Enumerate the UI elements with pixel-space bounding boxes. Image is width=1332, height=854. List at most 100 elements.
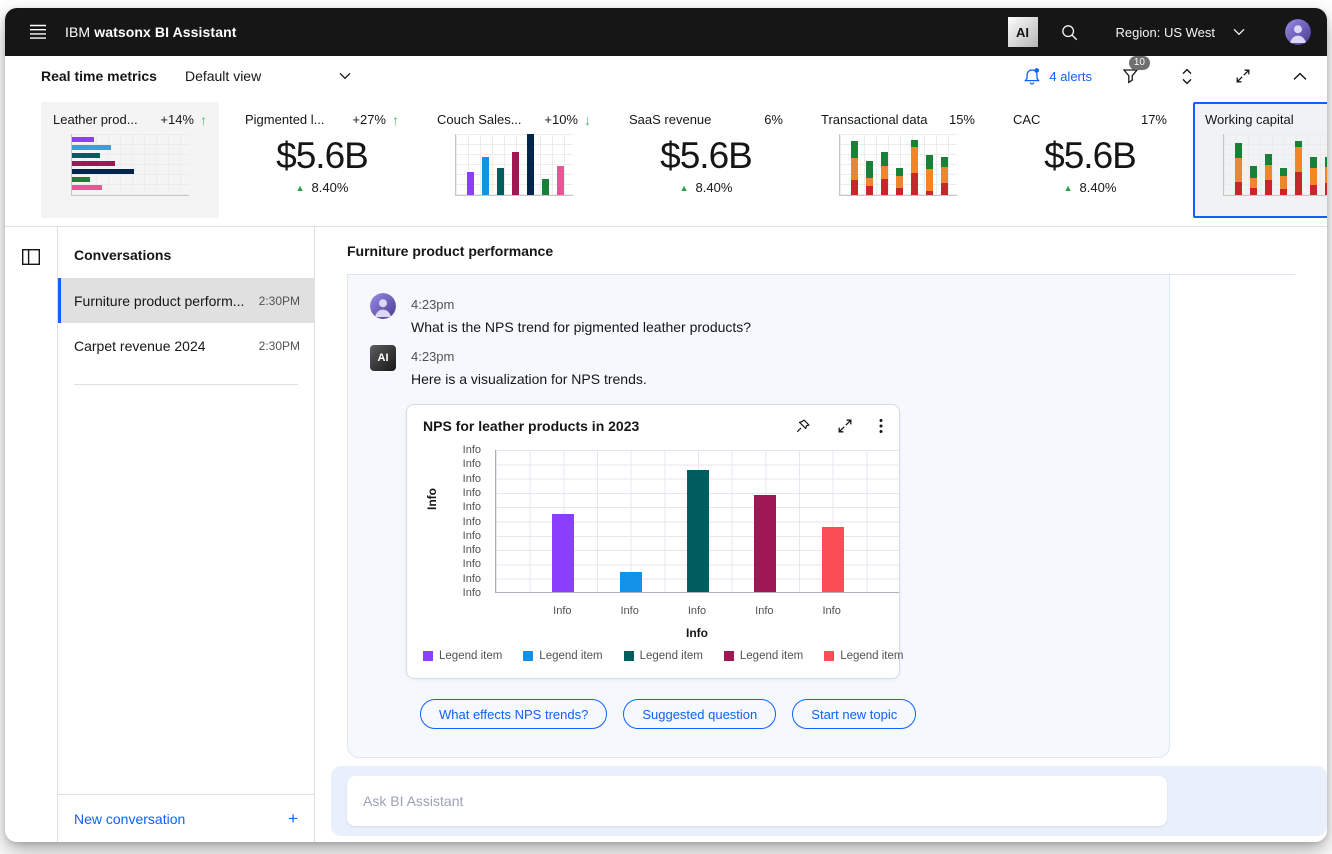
- trend-down-icon: ↓: [584, 111, 591, 128]
- mini-bar: [72, 153, 101, 158]
- chat-input-bar: [331, 766, 1327, 836]
- metric-card[interactable]: Working capital: [1193, 102, 1327, 218]
- mini-chart: [71, 134, 189, 196]
- mini-bar: [512, 152, 519, 195]
- ai-message: AI 4:23pm Here is a visualization for NPS …: [370, 345, 1169, 387]
- metric-value: 17%: [1140, 112, 1167, 127]
- kpi-block: $5.6B ▲ 8.40%: [245, 135, 399, 195]
- expand-chart-button[interactable]: [837, 418, 853, 434]
- ai-badge-button[interactable]: AI: [1007, 17, 1038, 47]
- conversation-title: Furniture product performance: [347, 227, 1295, 275]
- filter-count-badge: 10: [1128, 56, 1150, 70]
- mini-stacked-bar: [1250, 134, 1257, 195]
- legend-label: Legend item: [739, 650, 804, 662]
- metric-card[interactable]: Pigmented l... +27% ↑ $5.6B ▲ 8.40%: [233, 102, 411, 218]
- metric-name: Transactional data: [821, 112, 928, 127]
- mini-bar-segment: [866, 177, 873, 187]
- y-axis-tick-label: Info: [462, 444, 481, 456]
- mini-stacked-bar: [1310, 134, 1317, 195]
- y-axis-title: Info: [425, 488, 439, 510]
- chat-input[interactable]: [347, 776, 1167, 826]
- message-body: 4:23pm Here is a visualization for NPS tr…: [411, 345, 647, 387]
- conversation-item[interactable]: Furniture product perform... 2:30PM: [58, 278, 314, 323]
- x-axis-tick-label: Info: [553, 605, 572, 617]
- metric-card[interactable]: CAC 17% $5.6B ▲ 8.40%: [1001, 102, 1179, 218]
- maximize-icon: [1236, 69, 1250, 83]
- suggestion-pill[interactable]: What effects NPS trends?: [420, 699, 608, 729]
- metric-value: +27%: [352, 112, 386, 127]
- mini-bar-segment: [1235, 181, 1242, 195]
- kpi-value: $5.6B: [660, 135, 753, 176]
- metric-card[interactable]: Transactional data 15%: [809, 102, 987, 218]
- mini-bar-segment: [881, 178, 888, 195]
- mini-bar-segment: [1235, 158, 1242, 182]
- mini-bar-segment: [1280, 168, 1287, 176]
- mini-bar-segment: [851, 140, 858, 158]
- trend-up-triangle-icon: ▲: [1063, 182, 1073, 193]
- metric-card-title-row: Leather prod... +14% ↑: [53, 112, 207, 127]
- search-button[interactable]: [1050, 12, 1090, 52]
- metric-card-title-row: Transactional data 15%: [821, 112, 975, 127]
- metric-card[interactable]: Couch Sales... +10% ↓: [425, 102, 603, 218]
- mini-vbar-series: [467, 134, 573, 195]
- conversation-item[interactable]: Carpet revenue 2024 2:30PM: [58, 323, 314, 368]
- region-label: Region: US West: [1115, 24, 1215, 40]
- mini-bar-segment: [1265, 165, 1272, 180]
- alerts-button[interactable]: 4 alerts: [1023, 67, 1092, 86]
- metrics-toolbar: Real time metrics Default view 4 alerts …: [5, 56, 1327, 96]
- filter-button[interactable]: 10: [1122, 56, 1150, 84]
- sort-button[interactable]: [1181, 68, 1193, 85]
- mini-bar-segment: [1280, 175, 1287, 189]
- mini-bar-segment: [941, 166, 948, 183]
- suggestion-pills: What effects NPS trends? Suggested questi…: [420, 699, 1169, 729]
- metric-value: +10%: [544, 112, 578, 127]
- chart-legend: Legend item Legend item Legend item Legend …: [423, 650, 903, 662]
- chart-bar: [552, 513, 575, 592]
- mini-bar-segment: [941, 156, 948, 167]
- legend-item: Legend item: [423, 650, 502, 662]
- metric-card[interactable]: SaaS revenue 6% $5.6B ▲ 8.40%: [617, 102, 795, 218]
- y-axis-tick-label: Info: [462, 486, 481, 499]
- mini-bar-segment: [1265, 154, 1272, 166]
- view-selector[interactable]: Default view: [185, 68, 351, 84]
- message-text: What is the NPS trend for pigmented leat…: [411, 319, 752, 335]
- pin-button[interactable]: [795, 418, 811, 434]
- suggestion-pill[interactable]: Start new topic: [792, 699, 917, 729]
- mini-bar-segment: [896, 188, 903, 195]
- new-conversation-button[interactable]: New conversation +: [58, 794, 314, 842]
- metric-value: 6%: [764, 112, 783, 127]
- mini-bar-segment: [1325, 166, 1327, 183]
- collapse-button[interactable]: [1293, 72, 1307, 81]
- metric-card-title-row: SaaS revenue 6%: [629, 112, 783, 127]
- mini-bar: [542, 179, 549, 195]
- kpi-change: ▲ 8.40%: [629, 180, 783, 195]
- suggestion-pill[interactable]: Suggested question: [623, 699, 777, 729]
- user-message-avatar: [370, 293, 396, 319]
- expand-button[interactable]: [1235, 68, 1251, 84]
- notification-bell-icon: [1024, 67, 1041, 84]
- user-avatar[interactable]: [1285, 19, 1311, 45]
- metric-card-title-row: CAC 17%: [1013, 112, 1167, 127]
- mini-bar-segment: [911, 147, 918, 174]
- mini-bar-segment: [1295, 171, 1302, 195]
- y-axis-tick-label: Info: [462, 544, 481, 557]
- conversation-time: 2:30PM: [258, 293, 300, 308]
- region-selector[interactable]: Region: US West: [1116, 25, 1245, 40]
- menu-button[interactable]: [21, 15, 55, 49]
- mini-bar: [527, 134, 534, 195]
- conversations-sidebar: Conversations Furniture product perform.…: [57, 227, 315, 842]
- side-panel-icon: [22, 249, 41, 266]
- x-axis-tick-label: Info: [822, 605, 841, 617]
- mini-bar-segment: [1295, 147, 1302, 172]
- mini-bar: [482, 157, 489, 195]
- y-axis-tick-label: Info: [462, 529, 481, 542]
- mini-stacked-bar: [1235, 134, 1242, 195]
- metric-card[interactable]: Leather prod... +14% ↑: [41, 102, 219, 218]
- message-timestamp: 4:23pm: [411, 349, 455, 364]
- user-message: 4:23pm What is the NPS trend for pigmente…: [370, 293, 1169, 335]
- mini-bar-segment: [911, 173, 918, 195]
- panel-toggle-button[interactable]: [21, 247, 41, 272]
- metric-name: SaaS revenue: [629, 112, 712, 127]
- overflow-menu-button[interactable]: [879, 418, 883, 434]
